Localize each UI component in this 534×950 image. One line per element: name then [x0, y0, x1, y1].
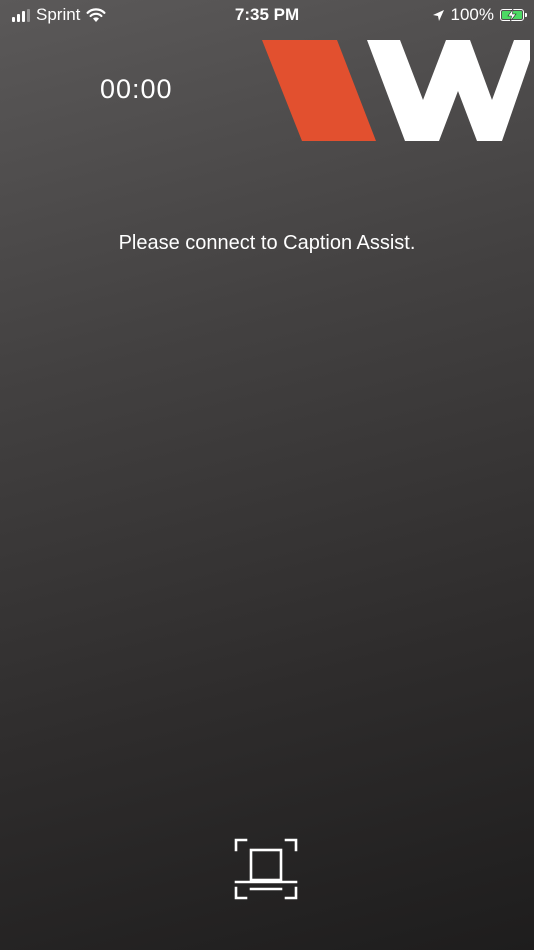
- status-bar: Sprint 7:35 PM 100%: [0, 0, 534, 32]
- battery-percent: 100%: [450, 5, 494, 24]
- scan-button[interactable]: [234, 838, 298, 900]
- connection-message: Please connect to Caption Assist.: [118, 232, 416, 254]
- status-right: 100%: [432, 5, 527, 25]
- scan-document-icon: [234, 838, 298, 900]
- battery-charging-icon: [500, 9, 527, 21]
- brand-logo-icon: [262, 40, 530, 141]
- elapsed-timer: 00:00: [100, 74, 173, 104]
- location-arrow-icon: [432, 9, 444, 21]
